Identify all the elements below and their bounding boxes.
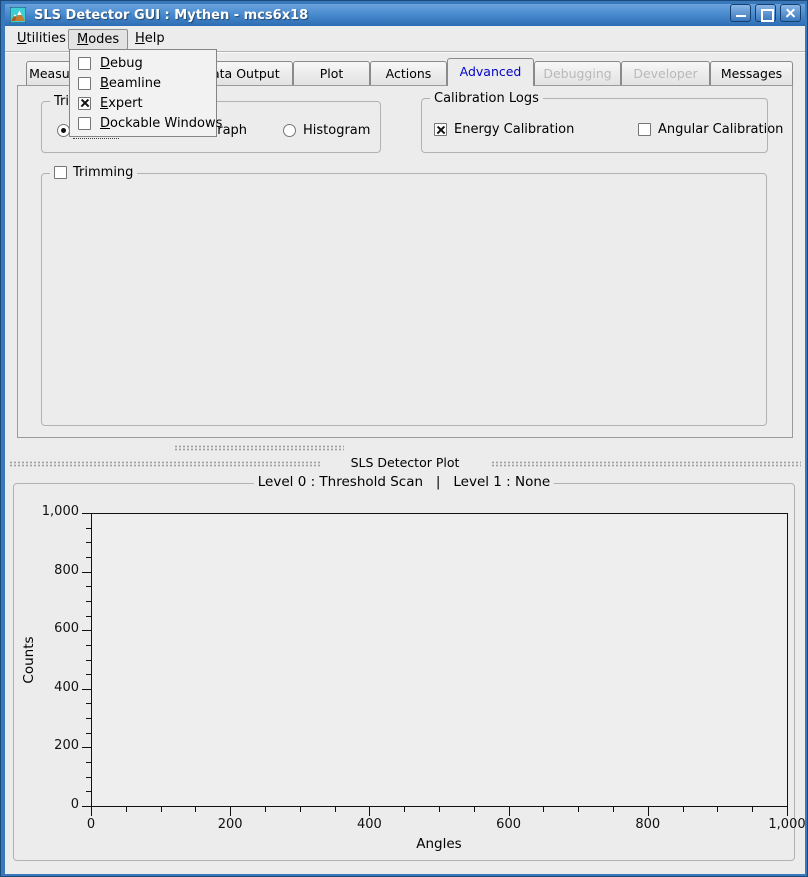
x-axis-title: Angles (404, 836, 474, 852)
y-major-tick (82, 630, 91, 631)
x-minor-tick (613, 807, 614, 812)
x-tick-label: 400 (339, 817, 399, 832)
x-tick-label: 0 (61, 817, 121, 832)
tab-debugging: Debugging (534, 61, 621, 85)
y-tick-label: 200 (19, 738, 79, 753)
y-major-tick (82, 572, 91, 573)
y-minor-tick (86, 660, 91, 661)
x-major-tick (648, 807, 649, 816)
radio-histogram-circle[interactable] (283, 124, 296, 137)
app-icon (10, 7, 26, 23)
x-minor-tick (161, 807, 162, 812)
y-minor-tick (86, 762, 91, 763)
x-minor-tick (717, 807, 718, 812)
tab-messages[interactable]: Messages (710, 61, 793, 85)
debug-checkbox[interactable] (78, 57, 91, 70)
x-major-tick (369, 807, 370, 816)
x-minor-tick (683, 807, 684, 812)
x-minor-tick (752, 807, 753, 812)
x-minor-tick (126, 807, 127, 812)
application-window: SLS Detector GUI : Mythen - mcs6x18 Util… (0, 0, 808, 877)
menu-utilities[interactable]: Utilities (9, 29, 74, 50)
y-tick-label: 800 (19, 563, 79, 578)
x-minor-tick (265, 807, 266, 812)
menu-item-debug[interactable]: Debug (70, 53, 216, 73)
y-minor-tick (86, 674, 91, 675)
x-major-tick (509, 807, 510, 816)
x-minor-tick (404, 807, 405, 812)
plot-canvas[interactable] (91, 513, 788, 807)
x-minor-tick (578, 807, 579, 812)
trimming-group: Trimming (41, 173, 767, 426)
menu-help[interactable]: Help (127, 29, 173, 50)
x-major-tick (91, 807, 92, 816)
close-button[interactable] (780, 4, 801, 22)
y-major-tick (82, 689, 91, 690)
tab-actions[interactable]: Actions (370, 61, 447, 85)
y-major-tick (82, 806, 91, 807)
tab-advanced[interactable]: Advanced (447, 58, 534, 86)
radio-histogram[interactable]: Histogram (283, 123, 370, 138)
tab-developer: Developer (621, 61, 710, 85)
x-tick-label: 1,000 (757, 817, 808, 832)
x-major-tick (230, 807, 231, 816)
calibration-logs-title: Calibration Logs (430, 91, 543, 106)
y-minor-tick (86, 791, 91, 792)
menu-item-expert[interactable]: Expert (70, 93, 216, 113)
y-minor-tick (86, 542, 91, 543)
y-minor-tick (86, 586, 91, 587)
menu-modes[interactable]: Modes (68, 29, 128, 50)
menu-item-beamline[interactable]: Beamline (70, 73, 216, 93)
y-minor-tick (86, 557, 91, 558)
x-major-tick (787, 807, 788, 816)
x-tick-label: 800 (618, 817, 678, 832)
y-minor-tick (86, 733, 91, 734)
trimming-group-header[interactable]: Trimming (50, 165, 137, 180)
y-major-tick (82, 513, 91, 514)
minimize-button[interactable] (730, 4, 751, 22)
menu-item-dockable-windows[interactable]: Dockable Windows (70, 113, 216, 133)
maximize-button[interactable] (755, 4, 776, 22)
y-minor-tick (86, 616, 91, 617)
y-minor-tick (86, 528, 91, 529)
angular-calibration-checkbox[interactable] (638, 123, 651, 136)
y-minor-tick (86, 703, 91, 704)
x-minor-tick (474, 807, 475, 812)
y-minor-tick (86, 718, 91, 719)
checkbox-energy-calibration[interactable]: Energy Calibration (434, 122, 574, 137)
expert-checkbox[interactable] (78, 97, 91, 110)
checkbox-angular-calibration[interactable]: Angular Calibration (638, 122, 783, 137)
title-bar[interactable]: SLS Detector GUI : Mythen - mcs6x18 (5, 4, 805, 26)
trimming-group-title: Trimming (73, 165, 133, 180)
trimming-enable-checkbox[interactable] (54, 166, 67, 179)
y-tick-label: 1,000 (19, 504, 79, 519)
dockable-windows-checkbox[interactable] (78, 117, 91, 130)
x-minor-tick (195, 807, 196, 812)
y-minor-tick (86, 777, 91, 778)
x-minor-tick (543, 807, 544, 812)
y-minor-tick (86, 645, 91, 646)
x-tick-label: 200 (200, 817, 260, 832)
y-tick-label: 0 (19, 797, 79, 812)
calibration-logs-group: Calibration Logs Energy Calibration Angu… (421, 98, 768, 153)
dock-title[interactable]: SLS Detector Plot (1, 455, 808, 470)
x-minor-tick (300, 807, 301, 812)
y-axis-title: Counts (21, 624, 37, 696)
window-title: SLS Detector GUI : Mythen - mcs6x18 (34, 8, 308, 23)
tab-plot[interactable]: Plot (293, 61, 370, 85)
plot-group-title: Level 0 : Threshold Scan | Level 1 : Non… (254, 474, 554, 490)
beamline-checkbox[interactable] (78, 77, 91, 90)
energy-calibration-checkbox[interactable] (434, 123, 447, 136)
y-minor-tick (86, 601, 91, 602)
splitter-handle[interactable] (174, 445, 344, 451)
modes-menu-popup: Debug Beamline Expert Dockable Windows (69, 49, 217, 137)
x-tick-label: 600 (479, 817, 539, 832)
x-minor-tick (439, 807, 440, 812)
x-minor-tick (335, 807, 336, 812)
y-major-tick (82, 747, 91, 748)
